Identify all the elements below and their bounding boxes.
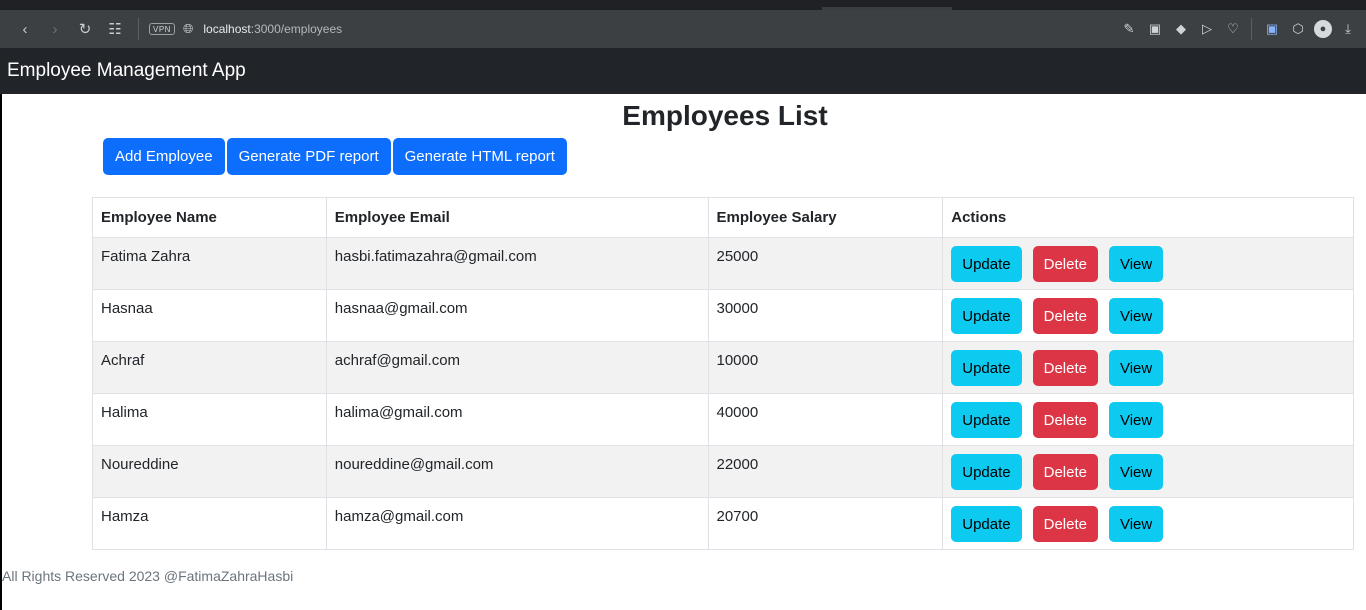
employee-salary-cell: 25000 [707,237,944,290]
page-content: Employees List Add Employee Generate PDF… [0,94,1366,610]
avatar-icon[interactable]: ● [1314,20,1332,38]
update-button[interactable]: Update [951,246,1022,282]
employees-table: Employee Name Employee Email Employee Sa… [92,197,1354,550]
employee-name-cell: Halima [92,393,327,446]
page-title: Employees List [622,100,828,131]
actions-cell: Update Delete View [942,497,1354,550]
send-icon[interactable]: ▷ [1197,19,1217,39]
cube-icon[interactable]: ⬡ [1288,19,1308,39]
table-row: Achraf achraf@gmail.com 10000 Update Del… [92,341,1354,394]
update-button[interactable]: Update [951,298,1022,334]
vpn-badge[interactable]: VPN [149,23,175,35]
toolbar-separator [1251,18,1252,40]
table-row: Hamza hamza@gmail.com 20700 Update Delet… [92,497,1354,550]
employee-name-cell: Hasnaa [92,289,327,342]
employee-salary-cell: 30000 [707,289,944,342]
forward-icon[interactable]: › [44,18,66,40]
app-brand[interactable]: Employee Management App [0,60,246,82]
column-header-email: Employee Email [325,197,709,238]
browser-toolbar: ‹ › ↻ ☷ VPN 🌐︎ localhost:3000/employees … [0,10,1366,48]
view-button[interactable]: View [1108,506,1164,542]
delete-button[interactable]: Delete [1032,246,1098,282]
employee-name-cell: Noureddine [92,445,327,498]
generate-pdf-button[interactable]: Generate PDF report [226,138,391,175]
employee-name-cell: Achraf [92,341,327,394]
employee-salary-cell: 20700 [707,497,944,550]
actions-cell: Update Delete View [942,289,1354,342]
delete-button[interactable]: Delete [1032,298,1098,334]
globe-icon: 🌐︎ [182,21,194,36]
employee-salary-cell: 40000 [707,393,944,446]
address-bar[interactable]: localhost:3000/employees [203,22,342,36]
screenshot-icon[interactable]: ▣ [1262,19,1282,39]
add-employee-button[interactable]: Add Employee [103,138,225,175]
reload-icon[interactable]: ↻ [74,18,96,40]
table-row: Noureddine noureddine@gmail.com 22000 Up… [92,445,1354,498]
employee-salary-cell: 10000 [707,341,944,394]
delete-button[interactable]: Delete [1032,454,1098,490]
table-row: Hasnaa hasnaa@gmail.com 30000 Update Del… [92,289,1354,342]
employee-email-cell: halima@gmail.com [325,393,709,446]
view-button[interactable]: View [1108,246,1164,282]
heart-icon[interactable]: ♡ [1223,19,1243,39]
actions-cell: Update Delete View [942,341,1354,394]
column-header-actions: Actions [942,197,1354,238]
employee-salary-cell: 22000 [707,445,944,498]
update-button[interactable]: Update [951,506,1022,542]
back-icon[interactable]: ‹ [14,18,36,40]
download-icon[interactable]: ⤓ [1338,19,1358,39]
table-row: Fatima Zahra hasbi.fatimazahra@gmail.com… [92,237,1354,290]
url-host: localhost [203,22,251,36]
footer-text: All Rights Reserved 2023 @FatimaZahraHas… [2,568,294,584]
employee-email-cell: hasnaa@gmail.com [325,289,709,342]
employee-email-cell: hamza@gmail.com [325,497,709,550]
column-header-name: Employee Name [92,197,327,238]
employee-email-cell: achraf@gmail.com [325,341,709,394]
update-button[interactable]: Update [951,454,1022,490]
employee-email-cell: hasbi.fatimazahra@gmail.com [325,237,709,290]
browser-tab-strip [0,0,1366,10]
grid-icon[interactable]: ☷ [104,18,126,40]
actions-cell: Update Delete View [942,237,1354,290]
update-button[interactable]: Update [951,350,1022,386]
view-button[interactable]: View [1108,350,1164,386]
app-navbar: Employee Management App [0,48,1366,94]
generate-html-button[interactable]: Generate HTML report [392,138,567,175]
view-button[interactable]: View [1108,454,1164,490]
delete-button[interactable]: Delete [1032,506,1098,542]
delete-button[interactable]: Delete [1032,402,1098,438]
shield-icon[interactable]: ◆ [1171,19,1191,39]
actions-cell: Update Delete View [942,393,1354,446]
table-header-row: Employee Name Employee Email Employee Sa… [92,197,1354,238]
camera-icon[interactable]: ▣ [1145,19,1165,39]
view-button[interactable]: View [1108,298,1164,334]
column-header-salary: Employee Salary [707,197,944,238]
view-button[interactable]: View [1108,402,1164,438]
employee-name-cell: Fatima Zahra [92,237,327,290]
employee-email-cell: noureddine@gmail.com [325,445,709,498]
table-row: Halima halima@gmail.com 40000 Update Del… [92,393,1354,446]
delete-button[interactable]: Delete [1032,350,1098,386]
toolbar-separator [138,18,139,40]
employee-name-cell: Hamza [92,497,327,550]
actions-cell: Update Delete View [942,445,1354,498]
edit-icon[interactable]: ✎ [1119,19,1139,39]
update-button[interactable]: Update [951,402,1022,438]
url-path: :3000/employees [250,22,343,36]
toolbar-buttons: Add Employee Generate PDF report Generat… [103,138,569,175]
